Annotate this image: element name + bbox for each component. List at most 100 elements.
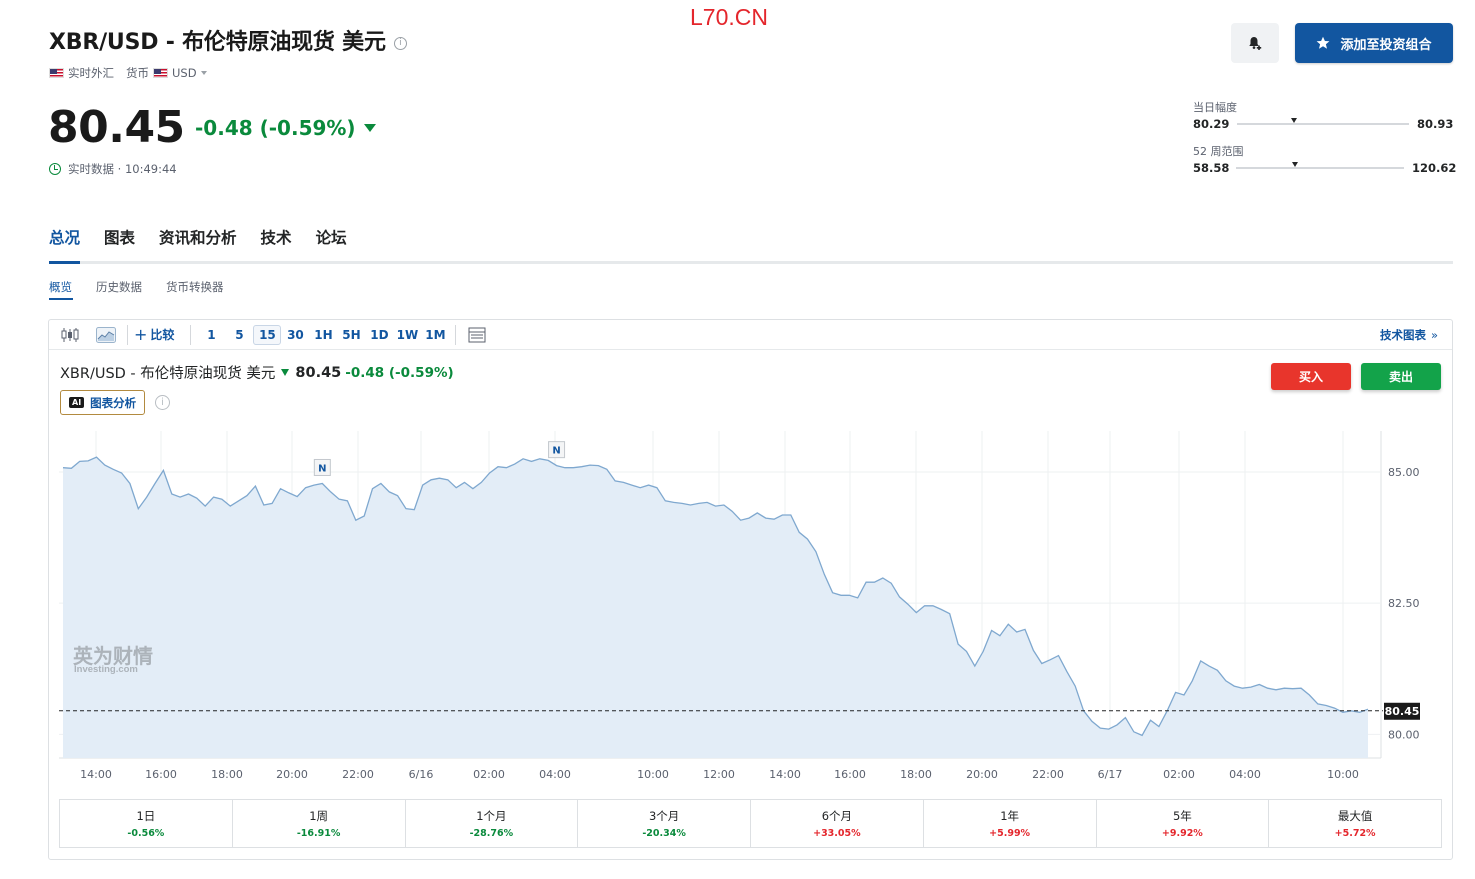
toolbar-divider <box>190 324 192 345</box>
performance-value: -28.76% <box>469 828 514 839</box>
instrument-meta: 实时外汇 货币 USD <box>49 65 207 81</box>
interval-1h[interactable]: 1H <box>309 325 337 345</box>
interval-15[interactable]: 15 <box>253 324 282 345</box>
instrument-name: XBR/USD - 布伦特原油现货 美元 <box>49 30 386 55</box>
performance-value: +5.99% <box>989 828 1031 839</box>
alert-button[interactable] <box>1231 23 1279 63</box>
y-tick-label: 82.50 <box>1388 597 1420 610</box>
candlestick-icon[interactable] <box>55 324 85 346</box>
x-tick-label: 18:00 <box>211 768 243 781</box>
plus-icon: + <box>134 325 148 344</box>
site-watermark: L70.CN <box>690 4 768 30</box>
add-to-portfolio-button[interactable]: 添加至投资组合 <box>1295 23 1453 63</box>
tab-active-indicator <box>49 261 80 264</box>
subtab-currency-converter[interactable]: 货币转换器 <box>166 279 224 295</box>
realtime-status: 实时数据 · 10:49:44 <box>49 161 177 177</box>
performance-cell[interactable]: 最大值 +5.72% <box>1269 800 1441 847</box>
x-tick-label: 10:00 <box>1327 768 1359 781</box>
market-label: 实时外汇 <box>68 66 114 80</box>
interval-1m[interactable]: 1M <box>421 325 449 345</box>
technical-chart-label: 技术图表 <box>1379 328 1426 342</box>
performance-value: -0.56% <box>127 828 165 839</box>
star-icon <box>1317 36 1330 49</box>
technical-chart-link[interactable]: 技术图表 » <box>1380 327 1438 343</box>
subtab-active-indicator <box>49 298 73 300</box>
chart-change: -0.48 (-0.59%) <box>345 364 454 381</box>
tab-chart[interactable]: 图表 <box>104 226 135 248</box>
performance-cell[interactable]: 1年 +5.99% <box>924 800 1097 847</box>
day-range-high: 80.93 <box>1417 117 1454 131</box>
y-tick-label: 85.00 <box>1388 466 1420 479</box>
interval-1w[interactable]: 1W <box>393 325 421 345</box>
performance-value: +5.72% <box>1334 828 1376 839</box>
interval-5[interactable]: 5 <box>225 325 253 345</box>
news-marker: N <box>548 441 566 459</box>
subtab-historical-data[interactable]: 历史数据 <box>96 279 142 295</box>
y-axis: 85.00 82.50 80.00 <box>1388 466 1420 741</box>
price-chart[interactable]: 英为财情 Investing.com NN 85.0082.5080.00 14… <box>59 431 1453 791</box>
us-flag-icon <box>153 68 168 78</box>
info-icon[interactable]: i <box>155 395 170 410</box>
add-to-portfolio-label: 添加至投资组合 <box>1340 37 1432 53</box>
area-chart-icon[interactable] <box>91 324 121 346</box>
performance-cell[interactable]: 1周 -16.91% <box>233 800 406 847</box>
ai-chart-analysis-button[interactable]: AI 图表分析 <box>60 390 146 415</box>
arrow-down-icon <box>363 124 376 132</box>
interval-1[interactable]: 1 <box>197 325 225 345</box>
subtab-overview[interactable]: 概览 <box>49 279 72 295</box>
x-tick-label: 18:00 <box>900 768 932 781</box>
sell-button[interactable]: 卖出 <box>1361 363 1441 390</box>
compare-label: 比较 <box>150 328 175 342</box>
tab-news-analysis[interactable]: 资讯和分析 <box>159 226 237 248</box>
performance-cell[interactable]: 6个月 +33.05% <box>751 800 924 847</box>
performance-label: 1个月 <box>476 809 507 823</box>
x-tick-label: 20:00 <box>276 768 308 781</box>
x-tick-label: 02:00 <box>1163 768 1195 781</box>
news-marker-label: N <box>552 446 560 457</box>
chevron-right-icon: » <box>1430 328 1438 342</box>
performance-cell[interactable]: 1个月 -28.76% <box>406 800 579 847</box>
interval-30[interactable]: 30 <box>281 325 309 345</box>
tab-overview[interactable]: 总况 <box>49 226 80 248</box>
news-marker-label: N <box>318 463 326 474</box>
chart-toolbar: + 比较 1 5 15 30 1H 5H 1D 1W 1M 技术图表 » <box>49 320 1452 350</box>
compare-button[interactable]: + 比较 <box>134 325 174 344</box>
performance-strip: 1日 -0.56% 1周 -16.91% 1个月 -28.76% 3个月 -20.34%… <box>59 799 1442 848</box>
tabs-divider <box>49 261 1453 264</box>
performance-cell[interactable]: 3个月 -20.34% <box>578 800 751 847</box>
interval-group: 1 5 15 30 1H 5H 1D 1W 1M <box>197 324 449 345</box>
info-icon[interactable]: i <box>393 36 407 50</box>
x-tick-label: 14:00 <box>80 768 112 781</box>
currency-select[interactable]: USD <box>172 66 207 80</box>
week52-range-marker <box>1291 162 1298 167</box>
x-tick-label: 04:00 <box>539 768 571 781</box>
toolbar-divider <box>455 324 457 345</box>
price-change: -0.48 (-0.59%) <box>195 116 376 140</box>
x-tick-label: 16:00 <box>145 768 177 781</box>
interval-5h[interactable]: 5H <box>337 325 365 345</box>
chevron-down-icon <box>200 71 207 75</box>
x-tick-label: 02:00 <box>473 768 505 781</box>
buy-button[interactable]: 买入 <box>1271 363 1351 390</box>
chart-instrument-name: XBR/USD - 布伦特原油现货 美元 <box>60 366 276 382</box>
week52-range-track <box>1236 162 1404 169</box>
week52-range-high: 120.62 <box>1412 161 1457 175</box>
table-view-icon[interactable] <box>462 324 492 346</box>
tab-forum[interactable]: 论坛 <box>316 226 347 248</box>
x-axis: 14:00 16:00 18:00 20:00 22:00 6/16 02:00 04:00 1… <box>80 768 1359 781</box>
bell-plus-icon <box>1249 37 1262 50</box>
current-price-tag: 80.45 <box>1384 702 1420 720</box>
x-tick-label: 12:00 <box>703 768 735 781</box>
x-tick-label: 14:00 <box>769 768 801 781</box>
chart-price: 80.45 <box>295 364 342 381</box>
performance-cell[interactable]: 5年 +9.92% <box>1097 800 1270 847</box>
performance-cell[interactable]: 1日 -0.56% <box>60 800 233 847</box>
type-label: 货币 <box>126 66 149 80</box>
clock-icon <box>49 163 61 175</box>
interval-1d[interactable]: 1D <box>365 325 393 345</box>
x-tick-label: 22:00 <box>1032 768 1064 781</box>
page-title: XBR/USD - 布伦特原油现货 美元 i <box>49 24 407 56</box>
tab-technical[interactable]: 技术 <box>261 226 292 248</box>
y-tick-label: 80.00 <box>1388 728 1420 741</box>
performance-value: -20.34% <box>642 828 686 839</box>
